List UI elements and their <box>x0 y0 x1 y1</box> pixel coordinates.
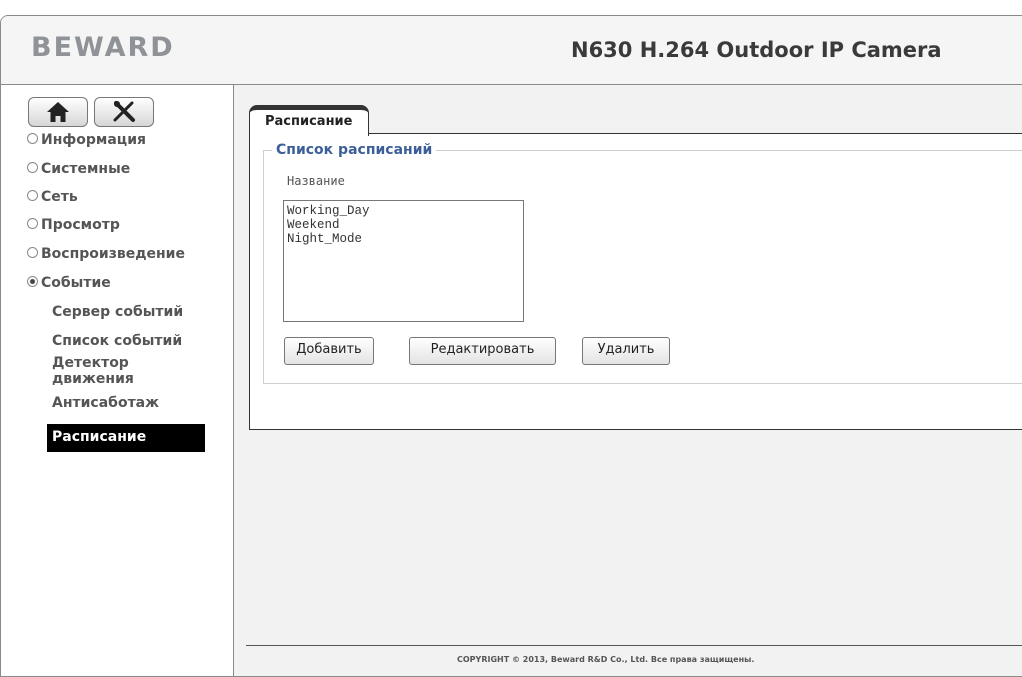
sidebar-item-view[interactable]: Просмотр <box>27 217 120 233</box>
radio-icon <box>27 133 38 144</box>
camera-model-title: N630 H.264 Outdoor IP Camera <box>571 38 942 62</box>
sidebar-subitem-motion-detector[interactable]: Детектор движения <box>52 355 162 387</box>
tab-schedule[interactable]: Расписание <box>249 105 370 136</box>
add-button[interactable]: Добавить <box>284 337 374 365</box>
radio-icon <box>27 247 38 258</box>
schedule-listbox[interactable]: Working_Day Weekend Night_Mode <box>283 200 524 322</box>
delete-button[interactable]: Удалить <box>582 337 670 365</box>
radio-icon <box>27 190 38 201</box>
copyright-text: COPYRIGHT © 2013, Beward R&D Co., Ltd. В… <box>457 655 755 664</box>
radio-icon <box>27 218 38 229</box>
sidebar-item-label: Событие <box>41 275 111 291</box>
sidebar-subitem-event-list[interactable]: Список событий <box>52 333 182 349</box>
sidebar: Информация Системные Сеть Просмотр Воспр… <box>1 85 234 676</box>
sidebar-item-network[interactable]: Сеть <box>27 189 78 205</box>
schedule-fieldset: Список расписаний Название Working_Day W… <box>263 142 1022 384</box>
sidebar-item-event[interactable]: Событие <box>27 275 111 291</box>
sidebar-item-label: Информация <box>41 132 146 148</box>
tools-icon <box>113 101 135 122</box>
list-item[interactable]: Weekend <box>284 218 523 232</box>
home-button[interactable] <box>28 97 88 127</box>
sidebar-item-label: Сеть <box>41 189 78 205</box>
settings-button[interactable] <box>94 97 154 127</box>
home-icon <box>47 102 69 122</box>
name-column-label: Название <box>287 174 345 188</box>
list-item[interactable]: Night_Mode <box>284 232 523 246</box>
sidebar-item-info[interactable]: Информация <box>27 132 146 148</box>
sidebar-item-label: Просмотр <box>41 217 120 233</box>
edit-button[interactable]: Редактировать <box>409 337 556 365</box>
brand-logo: BEWARD <box>31 32 175 63</box>
main-content: Расписание Список расписаний Название Wo… <box>234 85 1022 676</box>
radio-selected-icon <box>27 276 38 287</box>
sidebar-item-label: Воспроизведение <box>41 246 185 262</box>
sidebar-subitem-schedule[interactable]: Расписание <box>47 424 205 452</box>
app-frame: BEWARD N630 H.264 Outdoor IP Camera Инфо… <box>0 15 1022 677</box>
sidebar-item-playback[interactable]: Воспроизведение <box>27 246 185 262</box>
sidebar-item-system[interactable]: Системные <box>27 161 130 177</box>
radio-icon <box>27 162 38 173</box>
sidebar-item-label: Системные <box>41 161 131 177</box>
sidebar-subitem-event-server[interactable]: Сервер событий <box>52 304 183 320</box>
header: BEWARD N630 H.264 Outdoor IP Camera <box>1 16 1022 85</box>
footer-divider <box>246 645 1022 646</box>
list-item[interactable]: Working_Day <box>284 201 523 218</box>
sidebar-subitem-antisabotage[interactable]: Антисаботаж <box>52 395 159 411</box>
schedule-panel: Список расписаний Название Working_Day W… <box>249 133 1022 430</box>
schedule-list-legend: Список расписаний <box>272 142 437 158</box>
